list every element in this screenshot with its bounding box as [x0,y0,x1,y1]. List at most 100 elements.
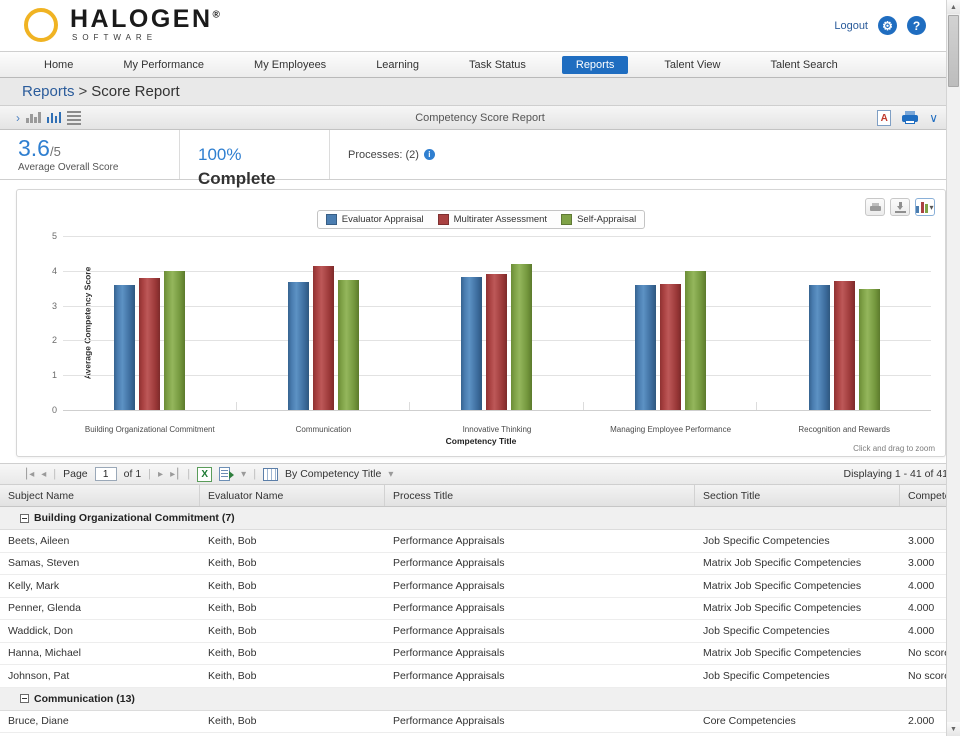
table-cell: Matrix Job Specific Competencies [695,602,900,614]
table-body: Building Organizational Commitment (7)Be… [0,507,960,733]
bar-blue[interactable] [288,282,309,410]
first-page-button[interactable]: ⎮◂ [24,469,34,480]
chart-panel: ▾ Evaluator Appraisal Multirater Assessm… [16,189,946,457]
table-group-row[interactable]: Communication (13) [0,688,960,711]
table-cell: Performance Appraisals [385,625,695,637]
bar-blue[interactable] [635,285,656,410]
help-icon[interactable]: ? [907,16,926,35]
legend-swatch-red [438,214,449,225]
gear-icon[interactable]: ⚙ [878,16,897,35]
collapse-group-icon[interactable] [20,514,29,523]
y-tick-label: 1 [52,370,57,380]
breadcrumb-root[interactable]: Reports [22,83,75,100]
next-page-button[interactable]: ▸ [158,469,163,480]
bar-green[interactable] [164,271,185,410]
x-tick-label: Communication [237,425,411,434]
kpi-score-value: 3.6 [18,135,50,161]
table-row[interactable]: Penner, GlendaKeith, BobPerformance Appr… [0,598,960,621]
export-caret-icon[interactable]: ▾ [241,469,246,480]
y-tick-label: 3 [52,301,57,311]
bar-group [63,236,237,410]
nav-item-learning[interactable]: Learning [362,56,433,74]
prev-page-button[interactable]: ◂ [41,469,46,480]
table-cell: Keith, Bob [200,535,385,547]
kpi-complete-percent: 100% [198,145,241,164]
y-tick-label: 0 [52,405,57,415]
vertical-scrollbar[interactable]: ▲ ▼ [946,0,960,736]
table-row[interactable]: Waddick, DonKeith, BobPerformance Apprai… [0,620,960,643]
table-row[interactable]: Samas, StevenKeith, BobPerformance Appra… [0,553,960,576]
excel-export-icon[interactable]: X [197,467,212,482]
bar-red[interactable] [139,278,160,410]
table-cell: Performance Appraisals [385,602,695,614]
page-of-label: of 1 [124,468,142,480]
bar-group [237,236,411,410]
table-group-row[interactable]: Building Organizational Commitment (7) [0,507,960,530]
bar-green[interactable] [338,280,359,410]
legend-item-evaluator[interactable]: Evaluator Appraisal [326,214,424,225]
table-cell: Samas, Steven [0,557,200,569]
table-cell: Performance Appraisals [385,647,695,659]
nav-item-my-employees[interactable]: My Employees [240,56,340,74]
info-icon[interactable]: i [424,149,435,160]
nav-item-talent-view[interactable]: Talent View [650,56,734,74]
column-header[interactable]: Evaluator Name [200,485,385,506]
legend-swatch-green [561,214,572,225]
logout-link[interactable]: Logout [834,20,868,32]
nav-item-talent-search[interactable]: Talent Search [756,56,851,74]
group-by-icon[interactable] [263,468,278,481]
table-cell: Performance Appraisals [385,557,695,569]
nav-item-task-status[interactable]: Task Status [455,56,540,74]
scroll-down-arrow-icon[interactable]: ▼ [947,722,960,736]
column-header[interactable]: Subject Name [0,485,200,506]
chevron-down-icon[interactable]: ∨ [929,111,938,125]
table-row[interactable]: Johnson, PatKeith, BobPerformance Apprai… [0,665,960,688]
bar-red[interactable] [313,266,334,410]
chart-plot-area[interactable]: 012345 [63,236,931,410]
bar-green[interactable] [685,271,706,410]
column-header[interactable]: Process Title [385,485,695,506]
bar-green[interactable] [859,289,880,410]
bar-group [757,236,931,410]
bar-group [584,236,758,410]
last-page-button[interactable]: ▸⎮ [170,469,180,480]
export-icon[interactable] [219,467,234,481]
bar-green[interactable] [511,264,532,410]
group-by-label[interactable]: By Competency Title [285,468,381,480]
nav-item-reports[interactable]: Reports [562,56,629,74]
pdf-export-icon[interactable]: A [877,110,891,126]
page-number-input[interactable] [95,467,117,481]
legend-item-multirater[interactable]: Multirater Assessment [438,214,547,225]
scrollbar-thumb[interactable] [948,15,959,87]
print-icon[interactable] [902,111,918,124]
table-row[interactable]: Bruce, DianeKeith, BobPerformance Apprai… [0,711,960,734]
column-header[interactable]: Section Title [695,485,900,506]
nav-item-my-performance[interactable]: My Performance [109,56,218,74]
table-row[interactable]: Hanna, MichaelKeith, BobPerformance Appr… [0,643,960,666]
breadcrumb-separator: > [79,83,88,100]
breadcrumb-leaf: Score Report [91,83,179,100]
scroll-up-arrow-icon[interactable]: ▲ [947,0,960,14]
nav-item-home[interactable]: Home [30,56,87,74]
table-cell: Bruce, Diane [0,715,200,727]
table-cell: Kelly, Mark [0,580,200,592]
bar-blue[interactable] [114,285,135,410]
group-by-caret-icon[interactable]: ▾ [388,469,393,480]
table-row[interactable]: Kelly, MarkKeith, BobPerformance Apprais… [0,575,960,598]
bar-red[interactable] [834,281,855,410]
bar-blue[interactable] [809,285,830,410]
legend-item-self[interactable]: Self-Appraisal [561,214,636,225]
table-cell: Performance Appraisals [385,715,695,727]
bar-blue[interactable] [461,277,482,410]
table-cell: Keith, Bob [200,625,385,637]
application-window: HALOGEN® SOFTWARE Logout ⚙ ? Home My Per… [0,0,960,736]
table-row[interactable]: Beets, AileenKeith, BobPerformance Appra… [0,530,960,553]
table-cell: Keith, Bob [200,715,385,727]
collapse-group-icon[interactable] [20,694,29,703]
bar-red[interactable] [660,284,681,410]
bar-red[interactable] [486,274,507,410]
grid-pager-toolbar: ⎮◂ ◂ | Page of 1 | ▸ ▸⎮ | X ▾ | By Compe… [0,463,960,485]
table-cell: Matrix Job Specific Competencies [695,647,900,659]
logo-trademark: ® [213,10,223,21]
main-navigation: Home My Performance My Employees Learnin… [0,52,960,78]
